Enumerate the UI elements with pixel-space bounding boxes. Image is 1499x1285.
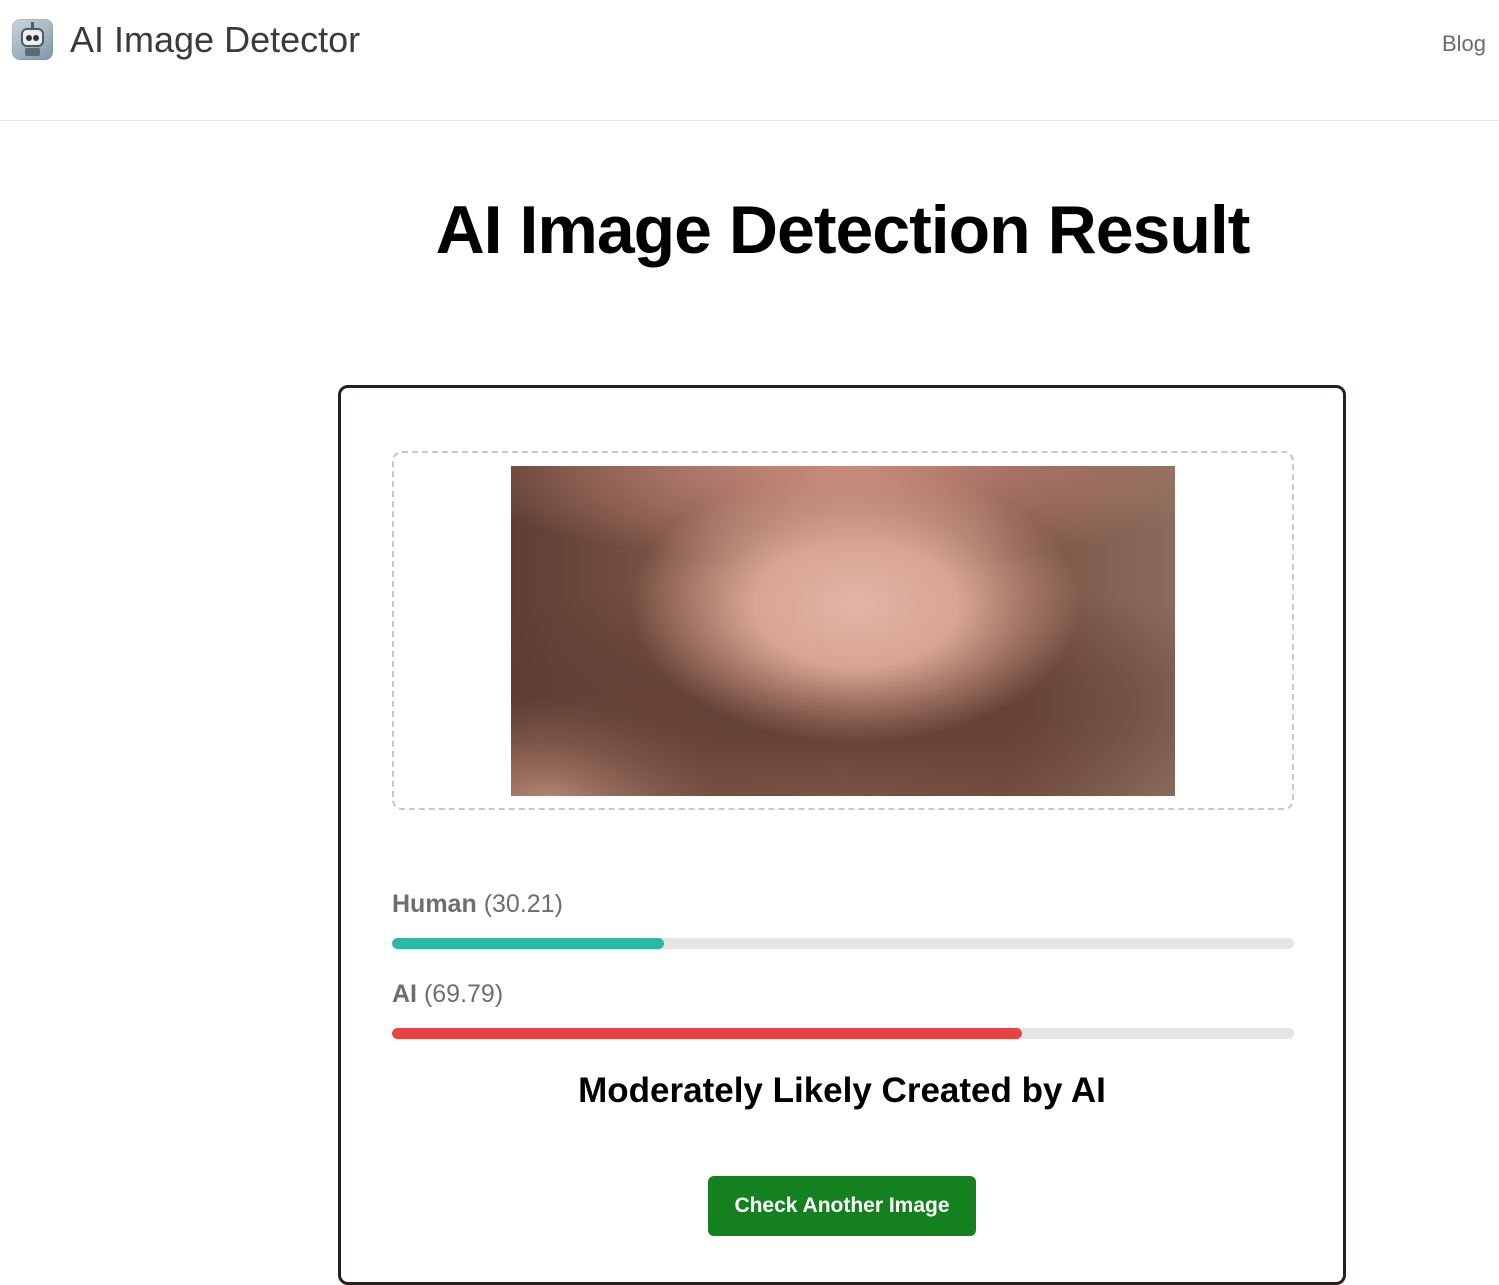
robot-eye-right: [33, 35, 39, 41]
page-title: AI Image Detection Result: [435, 192, 1251, 268]
ai-score-label: AI (69.79): [392, 978, 503, 1010]
human-score-fill: [392, 938, 665, 949]
result-verdict: Moderately Likely Created by AI: [578, 1071, 1106, 1110]
human-score-label: Human (30.21): [392, 888, 563, 920]
robot-icon[interactable]: [12, 19, 53, 60]
result-card: Human (30.21) AI (69.79) Moderately Like…: [338, 385, 1346, 1285]
ai-score-fill: [392, 1028, 1022, 1039]
human-score-value: (30.21): [483, 890, 563, 918]
check-another-image-button[interactable]: Check Another Image: [708, 1176, 976, 1236]
human-score-bar: [392, 938, 1294, 949]
robot-eye-left: [26, 35, 32, 41]
ai-score-value: (69.79): [423, 980, 504, 1008]
ai-score-bar: [392, 1028, 1294, 1039]
human-label-text: Human: [392, 890, 477, 918]
nav-link-blog[interactable]: Blog: [1442, 30, 1486, 58]
uploaded-image-preview: [511, 466, 1175, 796]
brand-name[interactable]: AI Image Detector: [70, 18, 360, 62]
site-header: AI Image Detector Blog: [0, 0, 1499, 121]
image-dropzone: [392, 451, 1294, 810]
robot-body: [25, 48, 40, 56]
ai-label-text: AI: [392, 980, 417, 1008]
robot-head: [21, 28, 44, 47]
